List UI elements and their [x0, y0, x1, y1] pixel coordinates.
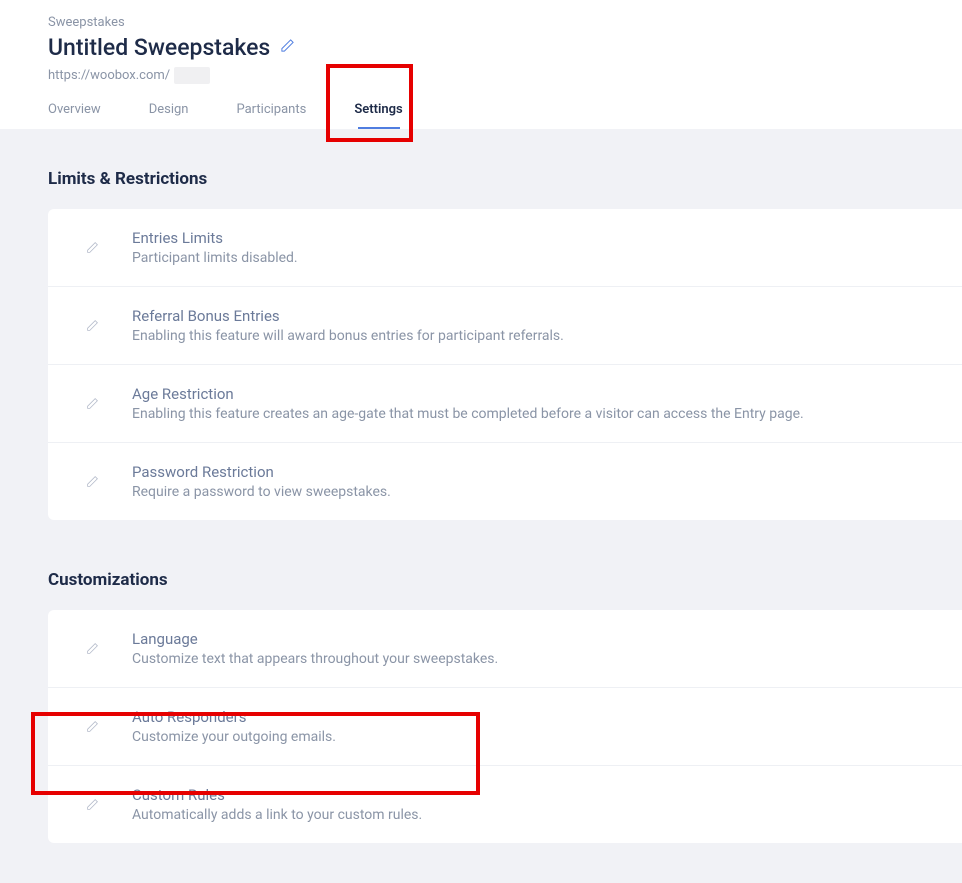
setting-desc: Customize text that appears throughout y… — [132, 651, 962, 667]
url-base: https://woobox.com/ — [48, 68, 170, 83]
setting-desc: Participant limits disabled. — [132, 250, 962, 266]
breadcrumb[interactable]: Sweepstakes — [48, 15, 914, 30]
tab-overview[interactable]: Overview — [48, 102, 101, 129]
setting-text: Auto Responders Customize your outgoing … — [132, 708, 962, 745]
section-title-limits: Limits & Restrictions — [48, 169, 962, 189]
setting-text: Referral Bonus Entries Enabling this fea… — [132, 307, 962, 344]
setting-desc: Require a password to view sweepstakes. — [132, 484, 962, 500]
setting-desc: Customize your outgoing emails. — [132, 729, 962, 745]
setting-auto-responders[interactable]: Auto Responders Customize your outgoing … — [48, 688, 962, 766]
url-row: https://woobox.com/ — [48, 67, 914, 84]
setting-title: Age Restriction — [132, 385, 962, 403]
pencil-icon — [72, 241, 112, 254]
pencil-icon — [72, 397, 112, 410]
edit-title-icon[interactable] — [280, 38, 295, 57]
url-slug-input[interactable] — [174, 67, 210, 84]
setting-language[interactable]: Language Customize text that appears thr… — [48, 610, 962, 688]
setting-referral-bonus[interactable]: Referral Bonus Entries Enabling this fea… — [48, 287, 962, 365]
setting-desc: Enabling this feature creates an age-gat… — [132, 406, 962, 422]
tab-participants[interactable]: Participants — [236, 102, 306, 129]
tabs: Overview Design Participants Settings — [48, 102, 914, 129]
page-title: Untitled Sweepstakes — [48, 34, 270, 61]
setting-title: Custom Rules — [132, 786, 962, 804]
setting-password-restriction[interactable]: Password Restriction Require a password … — [48, 443, 962, 520]
setting-entries-limits[interactable]: Entries Limits Participant limits disabl… — [48, 209, 962, 287]
pencil-icon — [72, 475, 112, 488]
pencil-icon — [72, 642, 112, 655]
setting-text: Entries Limits Participant limits disabl… — [132, 229, 962, 266]
setting-title: Password Restriction — [132, 463, 962, 481]
panel-customizations: Language Customize text that appears thr… — [48, 610, 962, 843]
title-row: Untitled Sweepstakes — [48, 34, 914, 61]
pencil-icon — [72, 319, 112, 332]
setting-desc: Enabling this feature will award bonus e… — [132, 328, 962, 344]
pencil-icon — [72, 720, 112, 733]
setting-text: Language Customize text that appears thr… — [132, 630, 962, 667]
setting-age-restriction[interactable]: Age Restriction Enabling this feature cr… — [48, 365, 962, 443]
setting-text: Password Restriction Require a password … — [132, 463, 962, 500]
setting-title: Auto Responders — [132, 708, 962, 726]
panel-limits: Entries Limits Participant limits disabl… — [48, 209, 962, 520]
setting-custom-rules[interactable]: Custom Rules Automatically adds a link t… — [48, 766, 962, 843]
setting-title: Entries Limits — [132, 229, 962, 247]
content-area: Limits & Restrictions Entries Limits Par… — [0, 129, 962, 883]
section-title-customizations: Customizations — [48, 570, 962, 590]
header: Sweepstakes Untitled Sweepstakes https:/… — [0, 0, 962, 129]
setting-title: Language — [132, 630, 962, 648]
tab-settings[interactable]: Settings — [354, 102, 402, 129]
setting-desc: Automatically adds a link to your custom… — [132, 807, 962, 823]
setting-text: Custom Rules Automatically adds a link t… — [132, 786, 962, 823]
setting-title: Referral Bonus Entries — [132, 307, 962, 325]
pencil-icon — [72, 798, 112, 811]
setting-text: Age Restriction Enabling this feature cr… — [132, 385, 962, 422]
tab-design[interactable]: Design — [149, 102, 189, 129]
